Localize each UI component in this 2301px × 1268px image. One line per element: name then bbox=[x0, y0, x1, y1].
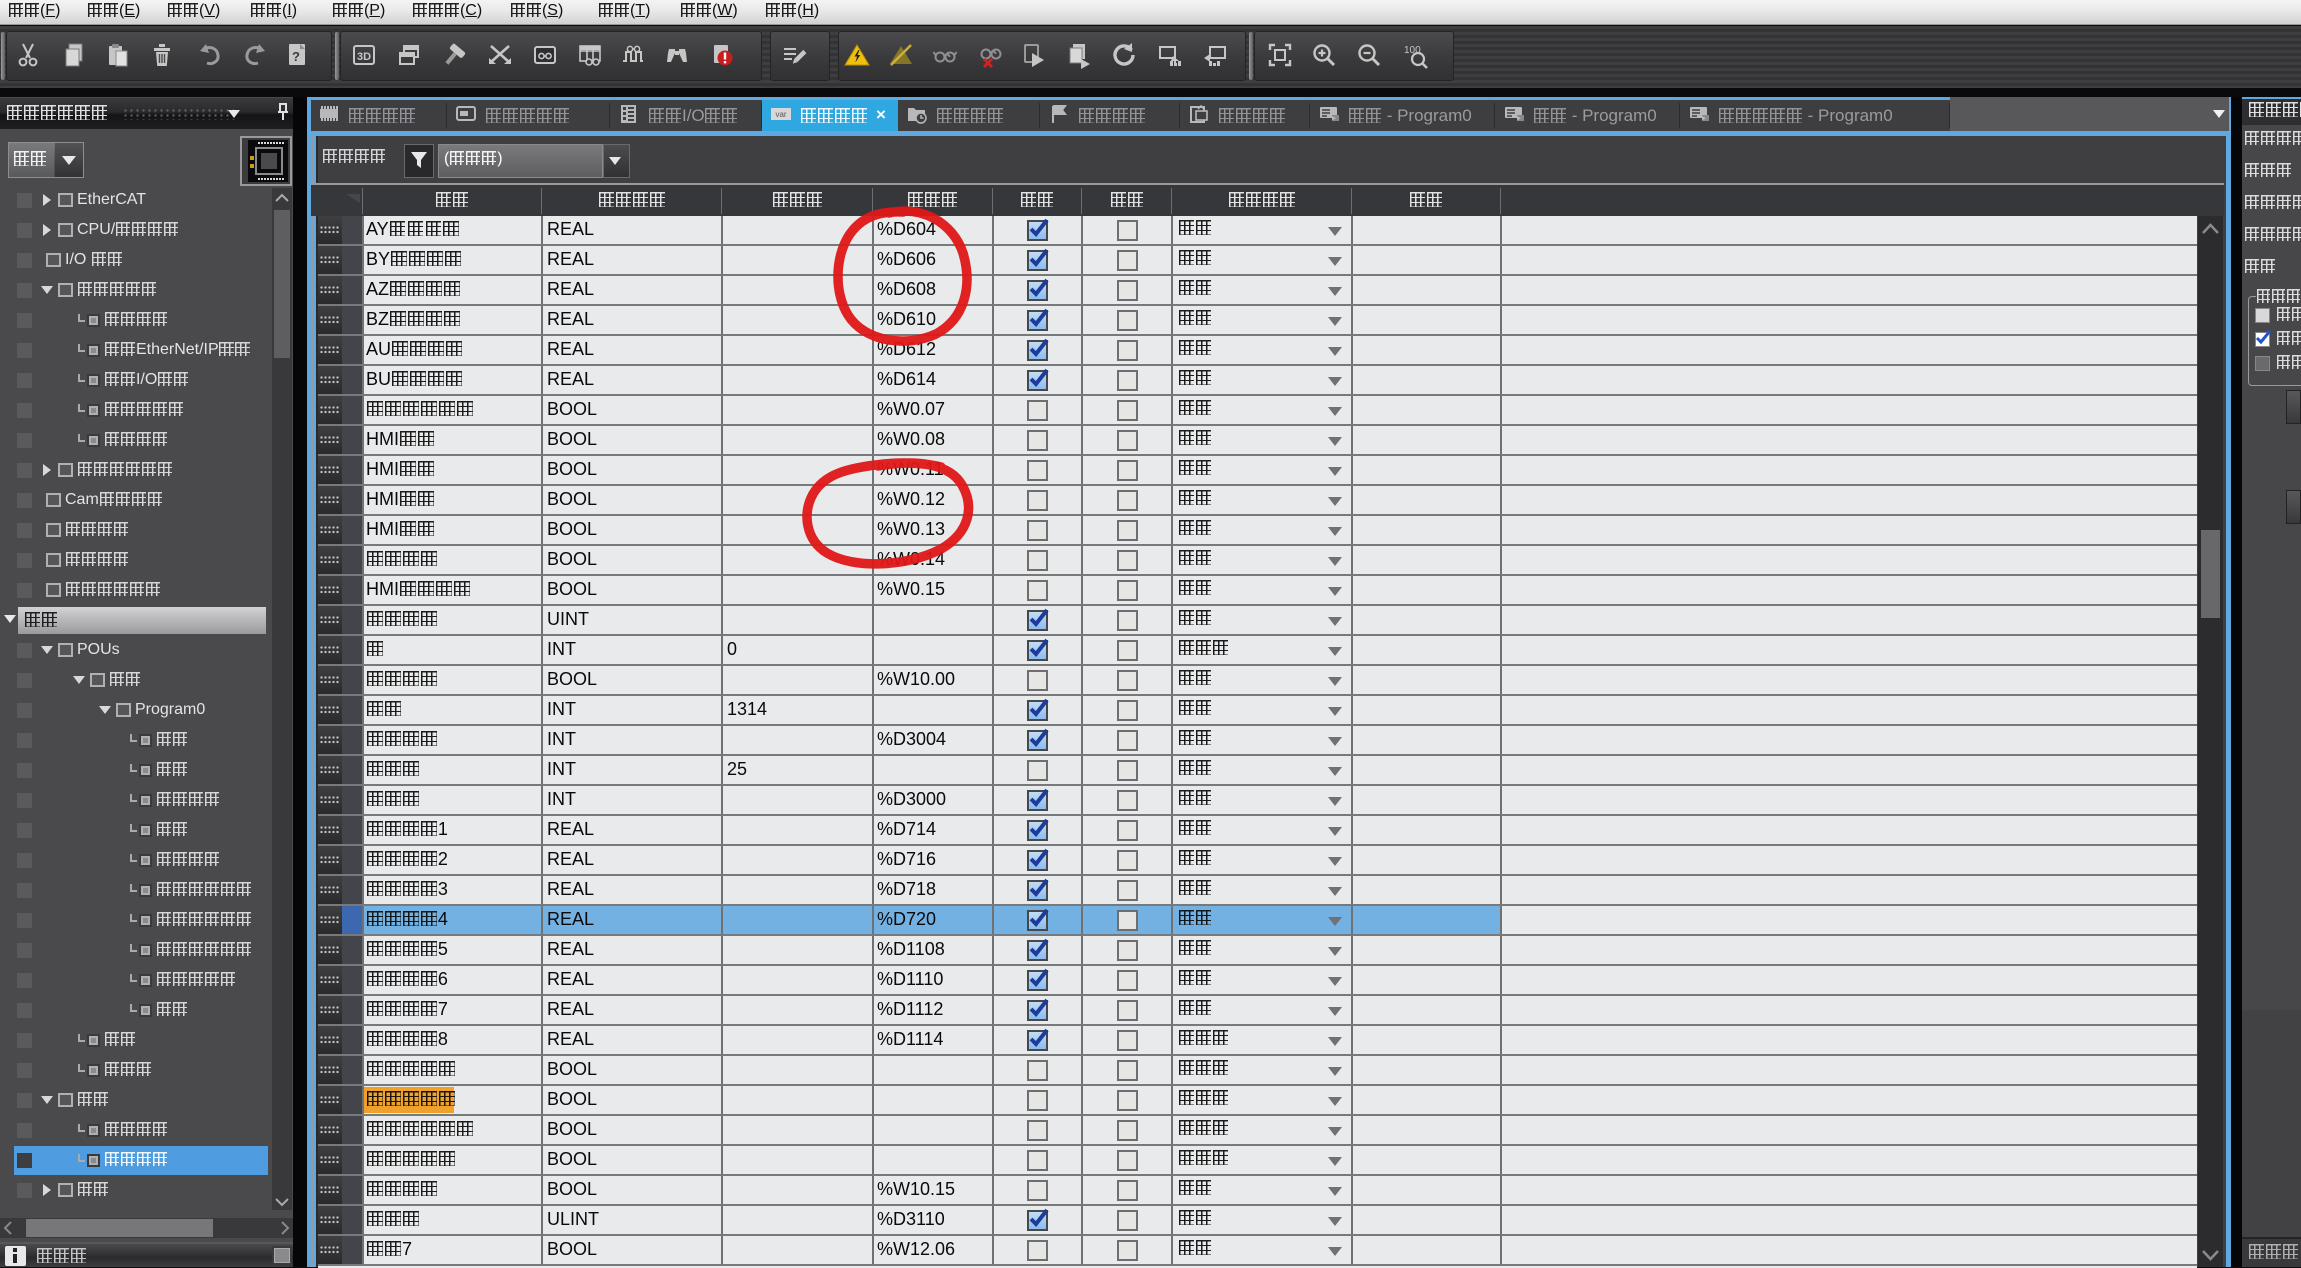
svg-text:3D: 3D bbox=[357, 51, 371, 63]
svg-text:?: ? bbox=[292, 49, 300, 64]
svg-text:100: 100 bbox=[1404, 45, 1421, 56]
svg-text:var: var bbox=[775, 110, 786, 119]
